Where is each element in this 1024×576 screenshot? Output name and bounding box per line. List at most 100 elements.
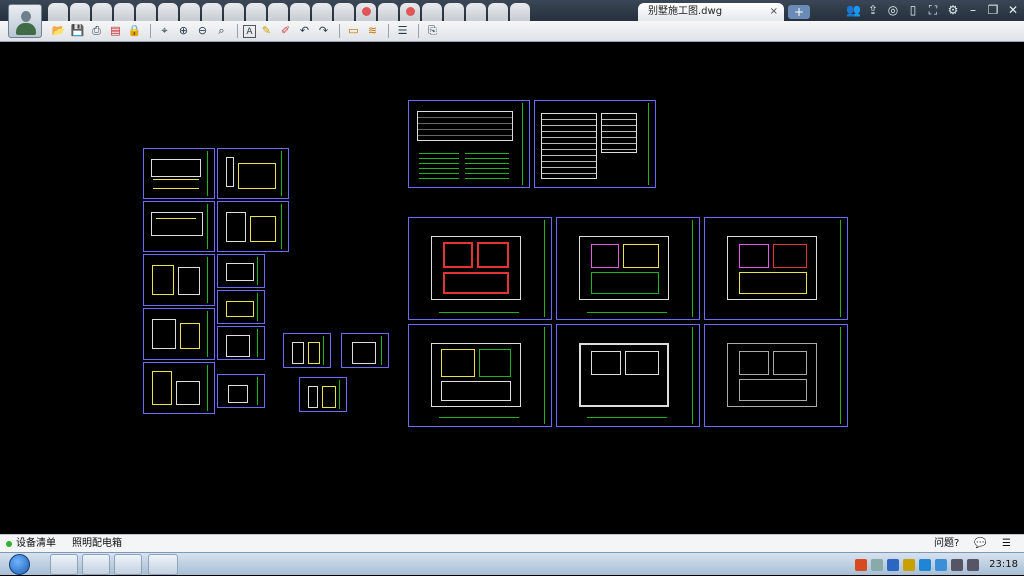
- drawing-sheet[interactable]: [217, 148, 289, 199]
- file-tab[interactable]: [444, 3, 464, 21]
- file-tab[interactable]: [488, 3, 508, 21]
- start-button[interactable]: [6, 553, 36, 576]
- file-tab[interactable]: [466, 3, 486, 21]
- close-icon[interactable]: ✕: [1006, 2, 1020, 18]
- drawing-sheet[interactable]: [143, 362, 215, 414]
- pdf-icon[interactable]: ▤: [107, 23, 124, 39]
- toolbar-divider: [388, 24, 389, 38]
- chat-icon[interactable]: 💬: [974, 537, 986, 551]
- settings-icon[interactable]: ⚙: [946, 2, 960, 18]
- status-indicator: [6, 541, 12, 547]
- drawing-sheet[interactable]: [143, 254, 215, 306]
- file-tab[interactable]: [290, 3, 310, 21]
- file-tab[interactable]: [92, 3, 112, 21]
- file-tab[interactable]: [378, 3, 398, 21]
- file-tab[interactable]: [70, 3, 90, 21]
- drawing-sheet[interactable]: [143, 148, 215, 199]
- drawing-canvas[interactable]: [0, 42, 1024, 534]
- drawing-sheet[interactable]: [534, 100, 656, 188]
- tray-help-icon[interactable]: [887, 558, 900, 571]
- lock-icon[interactable]: 🔒: [126, 23, 143, 39]
- os-taskbar: 23:18: [0, 552, 1024, 575]
- save-icon[interactable]: 💾: [69, 23, 86, 39]
- drawing-sheet[interactable]: [408, 100, 530, 188]
- taskbar-app-cad-viewer[interactable]: [148, 554, 178, 575]
- users-icon[interactable]: 👥: [846, 2, 861, 18]
- floor-plan-sheet[interactable]: [408, 324, 552, 427]
- tray-app-icon[interactable]: [855, 558, 868, 571]
- drawing-sheet[interactable]: [283, 333, 331, 368]
- export-icon[interactable]: ⎘: [424, 23, 441, 39]
- open-icon[interactable]: 📂: [50, 23, 67, 39]
- redo-icon[interactable]: ↷: [315, 23, 332, 39]
- list-icon[interactable]: ☰: [1002, 537, 1011, 551]
- file-tab[interactable]: [180, 3, 200, 21]
- network-icon[interactable]: [951, 558, 964, 571]
- floor-plan-sheet[interactable]: [704, 324, 848, 427]
- drawing-sheet[interactable]: [341, 333, 389, 368]
- layers-icon[interactable]: ☰: [394, 23, 411, 39]
- status-item-equipment-list[interactable]: 设备清单: [16, 537, 56, 551]
- zoom-out-icon[interactable]: ⊖: [194, 23, 211, 39]
- file-tab[interactable]: [202, 3, 222, 21]
- floor-plan-sheet[interactable]: [704, 217, 848, 320]
- zoom-window-icon[interactable]: ⌕: [213, 23, 230, 39]
- file-tab[interactable]: [510, 3, 530, 21]
- ruler-icon[interactable]: ▭: [345, 23, 362, 39]
- marker-icon[interactable]: ✐: [277, 23, 294, 39]
- floor-plan-sheet[interactable]: [556, 324, 700, 427]
- file-tab[interactable]: [224, 3, 244, 21]
- file-tab[interactable]: [422, 3, 442, 21]
- active-document-tab[interactable]: 别墅施工图.dwg ×: [638, 3, 784, 21]
- drawing-sheet[interactable]: [217, 254, 265, 288]
- tray-app-icon[interactable]: [871, 558, 884, 571]
- drawing-sheet[interactable]: [143, 308, 215, 360]
- file-tab[interactable]: [114, 3, 134, 21]
- file-tab[interactable]: [136, 3, 156, 21]
- measure-icon[interactable]: ⌖: [156, 23, 173, 39]
- tray-app-icon[interactable]: [935, 558, 948, 571]
- file-tab[interactable]: [400, 3, 420, 21]
- file-tab[interactable]: [268, 3, 288, 21]
- user-avatar[interactable]: [8, 4, 42, 38]
- print-icon[interactable]: ⎙: [88, 23, 105, 39]
- taskbar-app-folder[interactable]: [82, 554, 110, 575]
- tray-app-icon[interactable]: [903, 558, 916, 571]
- file-tab[interactable]: [312, 3, 332, 21]
- minimize-icon[interactable]: –: [966, 2, 980, 18]
- help-link[interactable]: 问题?: [934, 537, 959, 551]
- drawing-sheet[interactable]: [217, 290, 265, 324]
- file-tab[interactable]: [158, 3, 178, 21]
- share-icon[interactable]: ⇪: [866, 2, 880, 18]
- phone-icon[interactable]: ▯: [906, 2, 920, 18]
- drawing-sheet[interactable]: [143, 201, 215, 252]
- undo-icon[interactable]: ↶: [296, 23, 313, 39]
- file-tab[interactable]: [246, 3, 266, 21]
- chat-icon[interactable]: ◎: [886, 2, 900, 18]
- file-tab[interactable]: [334, 3, 354, 21]
- pencil-icon[interactable]: ✎: [258, 23, 275, 39]
- drawing-sheet[interactable]: [217, 326, 265, 360]
- dimension-icon[interactable]: ≋: [364, 23, 381, 39]
- new-tab-button[interactable]: +: [788, 5, 810, 19]
- drawing-sheet[interactable]: [217, 201, 289, 252]
- toolbar-divider: [150, 24, 151, 38]
- file-tab[interactable]: [356, 3, 376, 21]
- taskbar-clock[interactable]: 23:18: [989, 559, 1018, 570]
- fullscreen-icon[interactable]: ⛶: [926, 2, 940, 18]
- floor-plan-sheet[interactable]: [408, 217, 552, 320]
- floor-plan-sheet[interactable]: [556, 217, 700, 320]
- drawing-sheet[interactable]: [299, 377, 347, 412]
- volume-icon[interactable]: [967, 558, 980, 571]
- taskbar-app-stack[interactable]: [114, 554, 142, 575]
- file-tab[interactable]: [48, 3, 68, 21]
- drawing-sheet[interactable]: [217, 374, 265, 408]
- taskbar-app-photo[interactable]: [50, 554, 78, 575]
- zoom-in-icon[interactable]: ⊕: [175, 23, 192, 39]
- close-tab-icon[interactable]: ×: [770, 3, 778, 21]
- toolbar-divider: [237, 24, 238, 38]
- restore-icon[interactable]: ❐: [986, 2, 1000, 18]
- tray-app-icon[interactable]: [919, 558, 932, 571]
- status-item-lighting-box[interactable]: 照明配电箱: [72, 537, 122, 551]
- text-icon[interactable]: A: [243, 24, 256, 38]
